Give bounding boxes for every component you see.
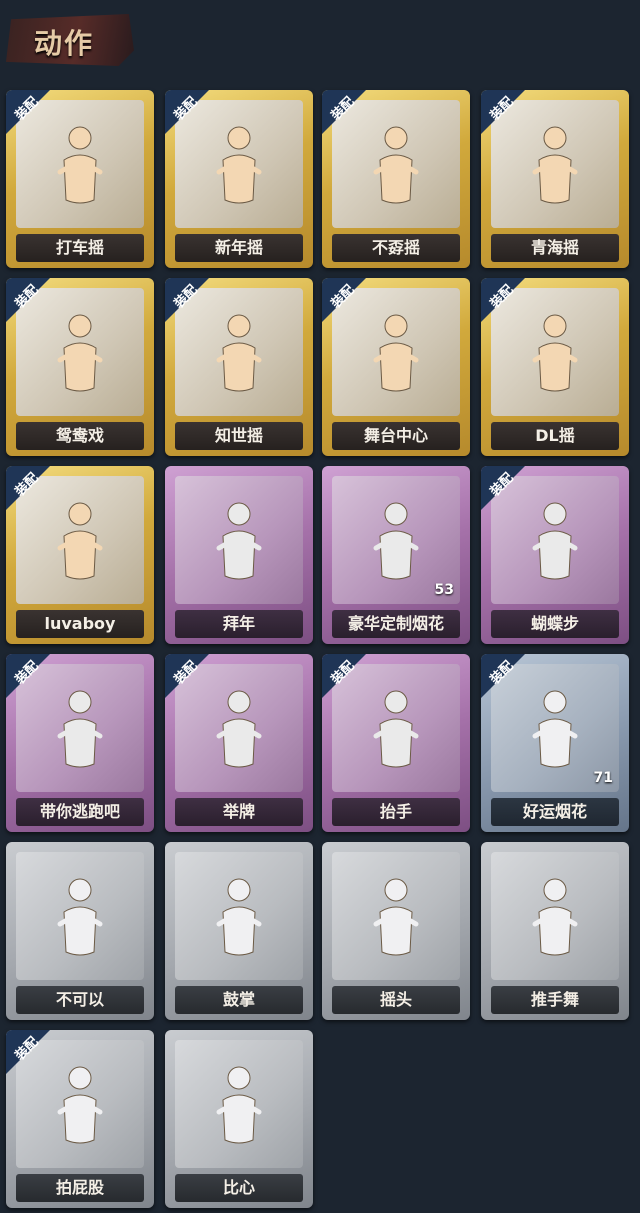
emote-name-label: 拍屁股 [16, 1174, 144, 1202]
emote-name-label: 好运烟花 [491, 798, 619, 826]
emote-card[interactable]: 装配 DL摇 [481, 278, 629, 456]
dance-figure-icon [366, 308, 426, 398]
firework-can-icon [525, 684, 585, 774]
dance-figure-icon [50, 308, 110, 398]
emote-card[interactable]: 摇头 [322, 842, 470, 1020]
emote-name-label: luvaboy [16, 610, 144, 638]
emote-card[interactable]: 装配 舞台中心 [322, 278, 470, 456]
emote-card[interactable]: 鼓掌 [165, 842, 313, 1020]
emote-name-label: 拜年 [175, 610, 303, 638]
item-count: 71 [593, 770, 613, 786]
emote-card[interactable]: 拜年 [165, 466, 313, 644]
emote-name-label: 推手舞 [491, 986, 619, 1014]
emote-name-label: 青海摇 [491, 234, 619, 262]
emote-card[interactable]: 不可以 [6, 842, 154, 1020]
slap-figure-icon [50, 1060, 110, 1150]
emote-card[interactable]: 装配 带你逃跑吧 [6, 654, 154, 832]
emote-grid: 装配 打车摇 装配 新年摇 装配 不孬摇 装配 青海摇 装配 鸳鸯戏 装配 知世摇 装配 舞台… [0, 0, 640, 1213]
emote-card[interactable]: 53 豪华定制烟花 [322, 466, 470, 644]
dance-figure-icon [525, 496, 585, 586]
emote-card[interactable]: 比心 [165, 1030, 313, 1208]
emote-card[interactable]: 装配 打车摇 [6, 90, 154, 268]
emote-card[interactable]: 装配 新年摇 [165, 90, 313, 268]
emote-card[interactable]: 71 装配 好运烟花 [481, 654, 629, 832]
dance-figure-icon [209, 308, 269, 398]
emote-name-label: 举牌 [175, 798, 303, 826]
finger-wag-icon [50, 872, 110, 962]
bow-figure-icon [209, 496, 269, 586]
emote-name-label: 带你逃跑吧 [16, 798, 144, 826]
dance-figure-icon [50, 684, 110, 774]
emote-name-label: 不孬摇 [332, 234, 460, 262]
fireworks-box-icon [366, 496, 426, 586]
emote-card[interactable]: 装配 不孬摇 [322, 90, 470, 268]
emote-name-label: 蝴蝶步 [491, 610, 619, 638]
dance-figure-icon [525, 308, 585, 398]
emote-name-label: 不可以 [16, 986, 144, 1014]
emote-card[interactable]: 装配 抬手 [322, 654, 470, 832]
emote-card[interactable]: 装配 luvaboy [6, 466, 154, 644]
emote-name-label: DL摇 [491, 422, 619, 450]
raise-hand-figure-icon [366, 684, 426, 774]
emote-card[interactable]: 装配 知世摇 [165, 278, 313, 456]
emote-name-label: 摇头 [332, 986, 460, 1014]
emote-card[interactable]: 推手舞 [481, 842, 629, 1020]
dance-figure-icon [50, 496, 110, 586]
emote-card[interactable]: 装配 青海摇 [481, 90, 629, 268]
emote-card[interactable]: 装配 举牌 [165, 654, 313, 832]
clap-hands-icon [209, 872, 269, 962]
emote-name-label: 知世摇 [175, 422, 303, 450]
emote-name-label: 豪华定制烟花 [332, 610, 460, 638]
dance-figure-icon [366, 120, 426, 210]
dance-figure-icon [525, 120, 585, 210]
emote-name-label: 鸳鸯戏 [16, 422, 144, 450]
emote-card[interactable]: 装配 拍屁股 [6, 1030, 154, 1208]
emote-name-label: 抬手 [332, 798, 460, 826]
item-count: 53 [434, 582, 454, 598]
sign-figure-icon [209, 684, 269, 774]
emote-card[interactable]: 装配 鸳鸯戏 [6, 278, 154, 456]
head-shake-figure-icon [366, 872, 426, 962]
emote-name-label: 舞台中心 [332, 422, 460, 450]
emote-name-label: 打车摇 [16, 234, 144, 262]
push-dance-figure-icon [525, 872, 585, 962]
emote-name-label: 鼓掌 [175, 986, 303, 1014]
emote-card[interactable]: 装配 蝴蝶步 [481, 466, 629, 644]
heart-hand-figure-icon [209, 1060, 269, 1150]
emote-name-label: 比心 [175, 1174, 303, 1202]
dance-figure-icon [209, 120, 269, 210]
emote-name-label: 新年摇 [175, 234, 303, 262]
dance-figure-icon [50, 120, 110, 210]
